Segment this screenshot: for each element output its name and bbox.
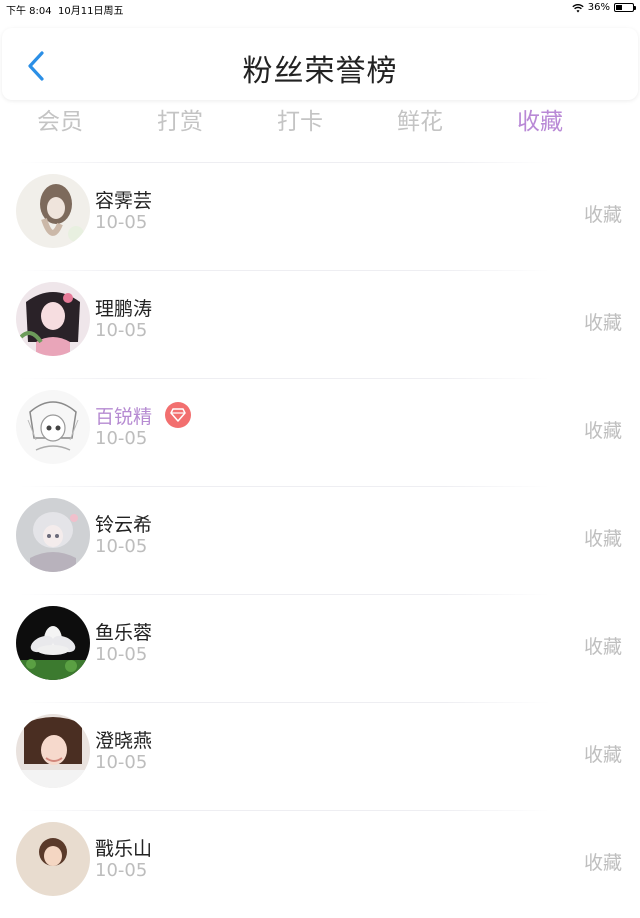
fan-name: 百锐精 (95, 406, 153, 428)
header: 粉丝荣誉榜 (2, 28, 638, 100)
status-right: 36% (572, 2, 636, 13)
list-item[interactable]: 铃云希 10-05 收藏 (0, 486, 640, 594)
action-label: 收藏 (583, 744, 622, 766)
fan-name: 容霁芸 (95, 190, 153, 212)
fan-name: 理鹏涛 (95, 298, 153, 320)
tab-reward[interactable]: 打赏 (120, 102, 240, 142)
avatar (16, 282, 90, 356)
list-item[interactable]: 百锐精 10-05 收藏 (0, 378, 640, 486)
list-item[interactable]: 鱼乐蓉 10-05 收藏 (0, 594, 640, 702)
avatar (16, 606, 90, 680)
page-title: 粉丝荣誉榜 (242, 54, 398, 89)
action-label: 收藏 (583, 312, 622, 334)
avatar (16, 390, 90, 464)
avatar (16, 714, 90, 788)
list-item[interactable]: 理鹏涛 10-05 收藏 (0, 270, 640, 378)
list-item[interactable]: 容霁芸 10-05 收藏 (0, 162, 640, 270)
status-time: 下午 8:04 (6, 6, 52, 17)
wifi-icon (572, 3, 584, 12)
list-item[interactable]: 澄晓燕 10-05 收藏 (0, 702, 640, 810)
tab-bar: 会员 打赏 打卡 鲜花 收藏 (0, 102, 600, 142)
fan-date: 10-05 (95, 212, 148, 233)
fan-name: 铃云希 (95, 514, 153, 536)
tab-checkin[interactable]: 打卡 (240, 102, 360, 142)
battery-icon (614, 3, 636, 12)
action-label: 收藏 (583, 204, 622, 226)
avatar (16, 822, 90, 896)
status-bar: 下午 8:04 10月11日周五 36% (0, 0, 640, 17)
fan-date: 10-05 (95, 644, 148, 665)
fan-date: 10-05 (95, 752, 148, 773)
fan-name: 澄晓燕 (95, 730, 153, 752)
action-label: 收藏 (583, 420, 622, 442)
list-item[interactable]: 戬乐山 10-05 收藏 (0, 810, 640, 918)
action-label: 收藏 (583, 636, 622, 658)
tab-favorites[interactable]: 收藏 (480, 102, 600, 142)
fan-date: 10-05 (95, 320, 148, 341)
fan-list: 容霁芸 10-05 收藏 理鹏涛 10-05 收藏 百锐精 10-05 收藏 铃… (0, 162, 640, 918)
status-date: 10月11日周五 (58, 6, 124, 17)
tab-flowers[interactable]: 鲜花 (360, 102, 480, 142)
avatar (16, 174, 90, 248)
tab-member[interactable]: 会员 (0, 102, 120, 142)
battery-percent: 36% (587, 2, 610, 13)
fan-date: 10-05 (95, 536, 148, 557)
avatar (16, 498, 90, 572)
diamond-icon (165, 402, 191, 428)
action-label: 收藏 (583, 852, 622, 874)
fan-date: 10-05 (95, 860, 148, 881)
fan-name: 鱼乐蓉 (95, 622, 153, 644)
fan-date: 10-05 (95, 428, 148, 449)
action-label: 收藏 (583, 528, 622, 550)
fan-name: 戬乐山 (95, 838, 153, 860)
